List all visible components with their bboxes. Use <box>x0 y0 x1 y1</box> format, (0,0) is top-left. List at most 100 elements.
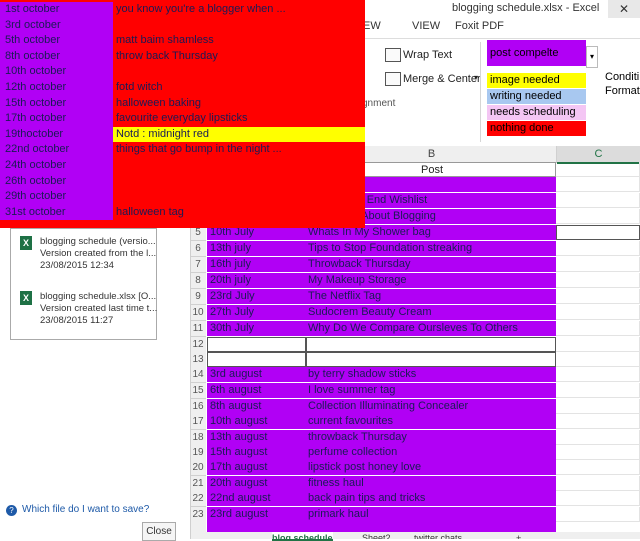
cell-c[interactable] <box>556 476 640 491</box>
row-number[interactable]: 21 <box>190 476 206 492</box>
overlay-date[interactable]: 1st october <box>0 2 113 18</box>
overlay-post[interactable]: fotd witch <box>113 80 365 96</box>
cell-date[interactable]: 17th august <box>207 460 306 475</box>
which-file-help-link[interactable]: Which file do I want to save? <box>22 504 149 515</box>
cell-c[interactable] <box>556 321 640 336</box>
cell-post[interactable] <box>306 337 556 352</box>
overlay-post[interactable]: throw back Thursday <box>113 49 365 65</box>
cell-post[interactable]: Collection Illuminating Concealer <box>306 399 556 414</box>
cell-c[interactable] <box>556 177 640 192</box>
overlay-post[interactable] <box>113 174 365 190</box>
row-number[interactable]: 6 <box>190 241 206 257</box>
cell-date[interactable]: 16th july <box>207 257 306 272</box>
overlay-date[interactable]: 31st october <box>0 204 113 221</box>
close-button[interactable]: Close <box>142 522 176 541</box>
cell-date[interactable]: 10th august <box>207 414 306 429</box>
cell-post[interactable] <box>306 522 556 532</box>
cell-date[interactable]: 8th august <box>207 399 306 414</box>
overlay-date[interactable]: 15th october <box>0 95 113 112</box>
cell-c[interactable] <box>556 399 640 414</box>
overlay-post[interactable]: halloween baking <box>113 96 365 112</box>
cell-c[interactable] <box>556 414 640 429</box>
overlay-date[interactable]: 24th october <box>0 158 113 174</box>
overlay-date[interactable]: 8th october <box>0 48 113 65</box>
sheet-tab-twitter-chats[interactable]: twitter chats <box>414 532 462 539</box>
tab-foxit-pdf[interactable]: Foxit PDF <box>455 20 504 32</box>
cell-post[interactable]: back pain tips and tricks <box>306 491 556 506</box>
cell-c[interactable] <box>556 162 640 177</box>
cell-date[interactable] <box>207 352 306 367</box>
overlay-date[interactable]: 3rd october <box>0 17 113 34</box>
cell-post[interactable]: Throwback Thursday <box>306 257 556 272</box>
style-dropdown-icon[interactable]: ▾ <box>586 46 598 68</box>
cell-c[interactable] <box>556 209 640 224</box>
overlay-post[interactable] <box>113 189 365 205</box>
overlay-post[interactable]: favourite everyday lipsticks <box>113 111 365 127</box>
cell-c[interactable] <box>556 289 640 304</box>
cell-c[interactable] <box>556 460 640 475</box>
legend-image-needed[interactable]: image needed <box>487 73 586 88</box>
cell-post[interactable]: current favourites <box>306 414 556 429</box>
cell-date[interactable]: 23rd august <box>207 507 306 522</box>
row-number[interactable]: 10 <box>190 305 206 321</box>
legend-post-complete[interactable]: post compelte <box>487 40 586 66</box>
row-number[interactable]: 12 <box>190 337 206 353</box>
overlay-date[interactable]: 22nd october <box>0 142 113 158</box>
cell-post[interactable]: throwback Thursday <box>306 430 556 445</box>
cell-date[interactable]: 3rd august <box>207 367 306 382</box>
overlay-date[interactable]: 10th october <box>0 64 113 80</box>
overlay-post[interactable]: halloween tag <box>113 205 365 221</box>
merge-dropdown-icon[interactable]: ▾ <box>474 73 478 82</box>
legend-writing-needed[interactable]: writing needed <box>487 89 586 104</box>
cell-date[interactable]: 13th july <box>207 241 306 256</box>
sheet-tab-prev[interactable]: ... <box>228 532 236 539</box>
overlay-post-highlighted[interactable]: Notd : midnight red <box>113 126 365 143</box>
cell-post[interactable]: My Makeup Storage <box>306 273 556 288</box>
overlay-date[interactable]: 29th october <box>0 189 113 205</box>
cell-post[interactable]: perfume collection <box>306 445 556 460</box>
cell-c[interactable] <box>556 273 640 288</box>
cell-post[interactable]: I love summer tag <box>306 383 556 398</box>
cell-post[interactable]: Tips to Stop Foundation streaking <box>306 241 556 256</box>
merge-center-button[interactable]: Merge & Center <box>403 73 481 85</box>
legend-nothing-done[interactable]: nothing done <box>487 121 586 136</box>
wrap-text-button[interactable]: Wrap Text <box>403 49 452 61</box>
overlay-date[interactable]: 19thoctober <box>0 126 113 143</box>
cell-c[interactable] <box>556 337 640 352</box>
row-number[interactable]: 7 <box>190 257 206 273</box>
cell-date[interactable]: 6th august <box>207 383 306 398</box>
cell-c[interactable] <box>556 491 640 506</box>
cell-c[interactable] <box>556 305 640 320</box>
add-sheet-button[interactable]: + <box>516 532 521 539</box>
cell-c[interactable] <box>556 193 640 208</box>
row-number[interactable]: 22 <box>190 491 206 507</box>
tab-view[interactable]: VIEW <box>412 20 440 32</box>
cell-date[interactable] <box>207 337 306 352</box>
cell-c[interactable] <box>556 257 640 272</box>
cell-c[interactable] <box>556 383 640 398</box>
cell-post[interactable]: lipstick post honey love <box>306 460 556 475</box>
cell-c[interactable] <box>556 507 640 522</box>
cell-post[interactable]: by terry shadow sticks <box>306 367 556 382</box>
cell-date[interactable] <box>207 522 306 532</box>
row-number[interactable]: 23 <box>190 507 206 523</box>
cell-date[interactable]: 30th July <box>207 321 306 336</box>
cell-date[interactable]: 20th august <box>207 476 306 491</box>
cell-c[interactable] <box>556 430 640 445</box>
row-number[interactable]: 20 <box>190 460 206 476</box>
sheet-tab-blog-schedule[interactable]: blog schedule <box>272 532 333 541</box>
overlay-post[interactable] <box>113 64 365 80</box>
row-number[interactable]: 16 <box>190 399 206 415</box>
sheet-tab-sheet2[interactable]: Sheet2 <box>362 532 391 539</box>
row-number[interactable]: 18 <box>190 430 206 446</box>
row-number[interactable]: 19 <box>190 445 206 461</box>
row-number[interactable]: 11 <box>190 321 206 337</box>
conditional-formatting-button[interactable]: Conditi Formatti <box>605 70 640 98</box>
cell-date[interactable]: 15th august <box>207 445 306 460</box>
overlay-post[interactable] <box>113 158 365 174</box>
cell-date[interactable]: 13th august <box>207 430 306 445</box>
cell-date[interactable]: 23rd July <box>207 289 306 304</box>
row-number[interactable] <box>190 522 206 532</box>
overlay-date[interactable]: 12th october <box>0 80 113 96</box>
cell-post[interactable]: Why Do We Compare Oursleves To Others <box>306 321 556 336</box>
